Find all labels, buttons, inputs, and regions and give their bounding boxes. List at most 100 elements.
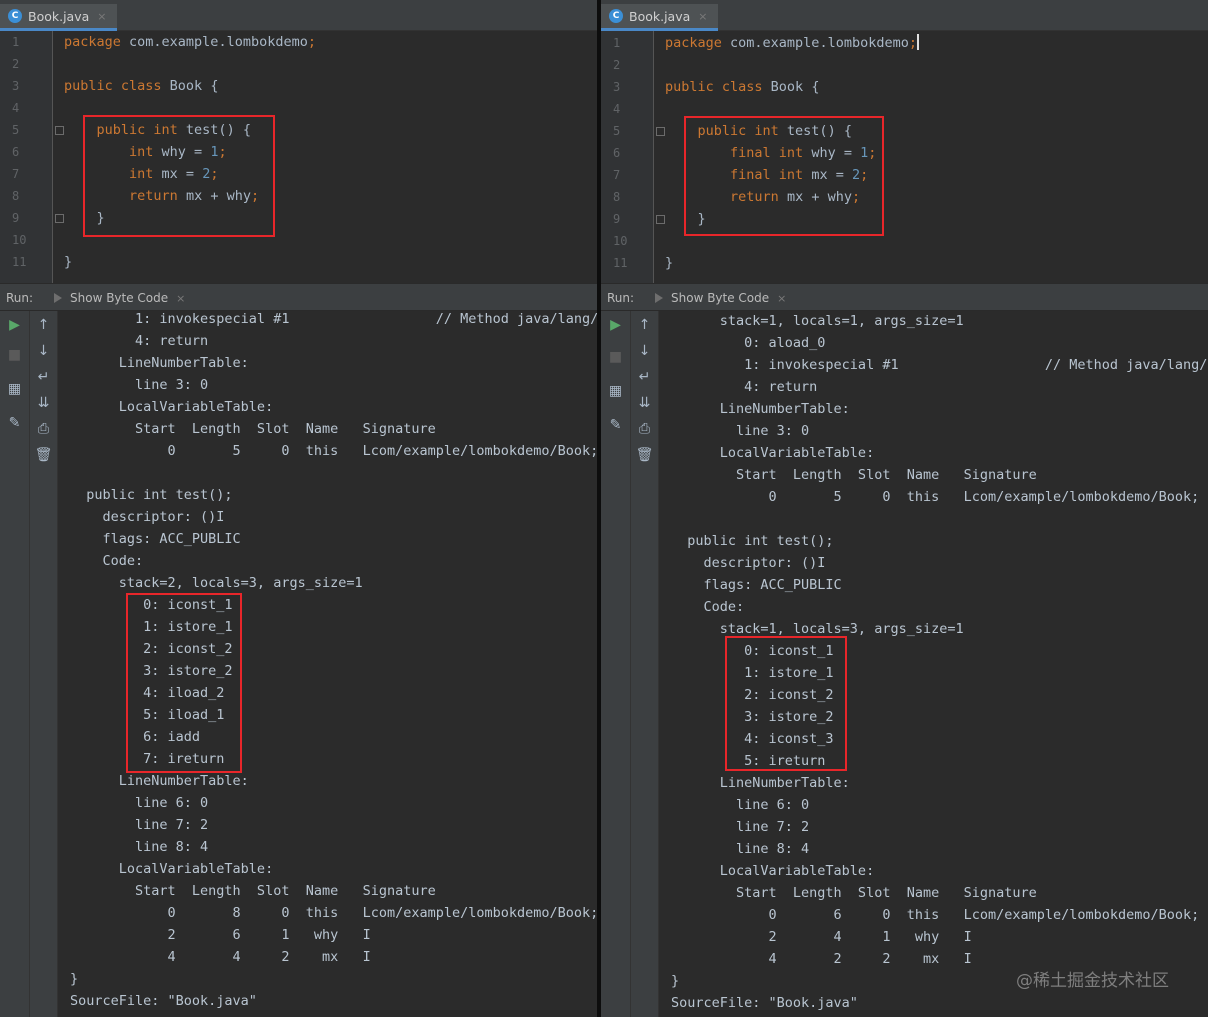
run-side-toolbar: ▶ ■ ▦ ✎ (0, 311, 30, 1017)
fold-marker-icon[interactable] (55, 214, 64, 223)
scroll-to-end-icon[interactable]: ⇊ (631, 395, 658, 411)
print-icon[interactable]: ⎙ (30, 421, 57, 437)
right-ide-pane: C Book.java × 1 package com.example.lombo… (601, 0, 1208, 1017)
arrow-down-icon[interactable]: ↓ (30, 343, 57, 359)
pin-icon[interactable]: ✎ (601, 417, 630, 433)
editor-tab-book-java[interactable]: C Book.java × (0, 4, 117, 31)
line-number: 3 (613, 80, 621, 94)
output-line: 2 4 1 why I (671, 929, 972, 945)
output-line: line 8: 4 (671, 841, 810, 857)
tab-title: Book.java (629, 8, 691, 24)
code-editor[interactable]: 1 package com.example.lombokdemo; 2 3 public… (0, 31, 597, 283)
line-number: 10 (613, 234, 628, 248)
soft-wrap-icon[interactable]: ↵ (631, 369, 658, 385)
line-number: 7 (12, 167, 20, 181)
line-number: 6 (613, 146, 621, 160)
run-label: Run: (607, 291, 635, 305)
left-ide-pane: C Book.java × 1 package com.example.lombo… (0, 0, 597, 1017)
editor-tab-book-java[interactable]: C Book.java × (601, 4, 718, 31)
arrow-up-icon[interactable]: ↑ (631, 317, 658, 333)
pin-icon[interactable]: ✎ (0, 415, 29, 431)
arrow-up-icon[interactable]: ↑ (30, 317, 57, 333)
layout-icon[interactable]: ▦ (0, 381, 29, 397)
code-line: } (665, 252, 673, 274)
line-number: 11 (12, 255, 27, 269)
stop-icon[interactable]: ■ (601, 349, 630, 365)
output-line: line 6: 0 (671, 797, 810, 813)
code-line: package com.example.lombokdemo; (64, 31, 316, 53)
close-icon[interactable]: × (698, 10, 707, 23)
output-line: 2 6 1 why I (70, 927, 371, 943)
line-number: 4 (12, 101, 20, 115)
output-line: Start Length Slot Name Signature (671, 885, 1037, 901)
output-line: LineNumberTable: (70, 355, 249, 371)
trash-icon[interactable]: 🗑 (30, 447, 57, 463)
bytecode-output[interactable]: stack=1, locals=1, args_size=1 0: aload_… (659, 311, 1208, 1017)
output-line: stack=1, locals=1, args_size=1 (671, 313, 964, 329)
output-line: LocalVariableTable: (671, 445, 875, 461)
code-token: package (64, 34, 121, 50)
output-line: LineNumberTable: (671, 775, 850, 791)
output-line: 0 6 0 this Lcom/example/lombokdemo/Book; (671, 907, 1200, 923)
arrow-down-icon[interactable]: ↓ (631, 343, 658, 359)
output-line: 0 8 0 this Lcom/example/lombokdemo/Book; (70, 905, 597, 921)
code-token: } (665, 255, 674, 271)
run-side-toolbar-2: ↑ ↓ ↵ ⇊ ⎙ 🗑 (30, 311, 58, 1017)
close-icon[interactable]: × (176, 292, 185, 305)
scroll-to-end-icon[interactable]: ⇊ (30, 395, 57, 411)
output-line: 0: aload_0 (671, 335, 826, 351)
fold-marker-icon[interactable] (656, 127, 665, 136)
run-side-toolbar-2: ↑ ↓ ↵ ⇊ ⎙ 🗑 (631, 311, 659, 1017)
bytecode-output[interactable]: 1: invokespecial #1 // Method java/lang/… (58, 311, 597, 1017)
line-number: 11 (613, 256, 628, 270)
line-number: 2 (12, 57, 20, 71)
play-icon[interactable]: ▶ (601, 317, 630, 333)
code-token: ; (908, 35, 917, 51)
line-number: 5 (12, 123, 20, 137)
output-line: line 3: 0 (671, 423, 810, 439)
run-tab-label: Show Byte Code (671, 291, 770, 305)
print-icon[interactable]: ⎙ (631, 421, 658, 437)
output-line: line 6: 0 (70, 795, 209, 811)
line-number: 9 (613, 212, 621, 226)
run-tab-show-byte-code[interactable]: Show Byte Code × (54, 291, 185, 305)
code-line: package com.example.lombokdemo; (665, 32, 919, 54)
output-line: 0 5 0 this Lcom/example/lombokdemo/Book; (70, 443, 597, 459)
highlight-box-bytecode (725, 636, 847, 771)
line-number: 1 (613, 36, 621, 50)
output-line: flags: ACC_PUBLIC (671, 577, 842, 593)
output-line: SourceFile: "Book.java" (70, 993, 257, 1009)
output-line: stack=2, locals=3, args_size=1 (70, 575, 363, 591)
play-icon[interactable]: ▶ (0, 317, 29, 333)
trash-icon[interactable]: 🗑 (631, 447, 658, 463)
tab-title: Book.java (28, 8, 90, 24)
output-line: Start Length Slot Name Signature (671, 467, 1037, 483)
output-line: descriptor: ()I (671, 555, 826, 571)
soft-wrap-icon[interactable]: ↵ (30, 369, 57, 385)
fold-marker-icon[interactable] (55, 126, 64, 135)
run-tab-show-byte-code[interactable]: Show Byte Code × (655, 291, 786, 305)
stop-icon[interactable]: ■ (0, 347, 29, 363)
code-token: package (665, 35, 722, 51)
close-icon[interactable]: × (777, 292, 786, 305)
code-editor[interactable]: 1 package com.example.lombokdemo; 2 3 public… (601, 31, 1208, 283)
line-number: 9 (12, 211, 20, 225)
layout-icon[interactable]: ▦ (601, 383, 630, 399)
text-caret (916, 34, 919, 50)
fold-marker-icon[interactable] (656, 215, 665, 224)
output-line: } (70, 971, 79, 987)
output-line: public int test(); (70, 487, 233, 503)
close-icon[interactable]: × (97, 10, 106, 23)
run-tab-arrow-icon (54, 293, 62, 303)
output-line: Code: (671, 599, 745, 615)
line-number: 2 (613, 58, 621, 72)
line-number: 5 (613, 124, 621, 138)
code-token: ; (307, 34, 316, 50)
output-line: Start Length Slot Name Signature (70, 883, 436, 899)
code-token: public class (64, 78, 162, 94)
java-class-icon: C (8, 9, 22, 23)
output-line: line 7: 2 (671, 819, 810, 835)
code-token: com.example.lombokdemo (120, 34, 308, 50)
line-number: 4 (613, 102, 621, 116)
code-token: Book { (161, 78, 219, 94)
